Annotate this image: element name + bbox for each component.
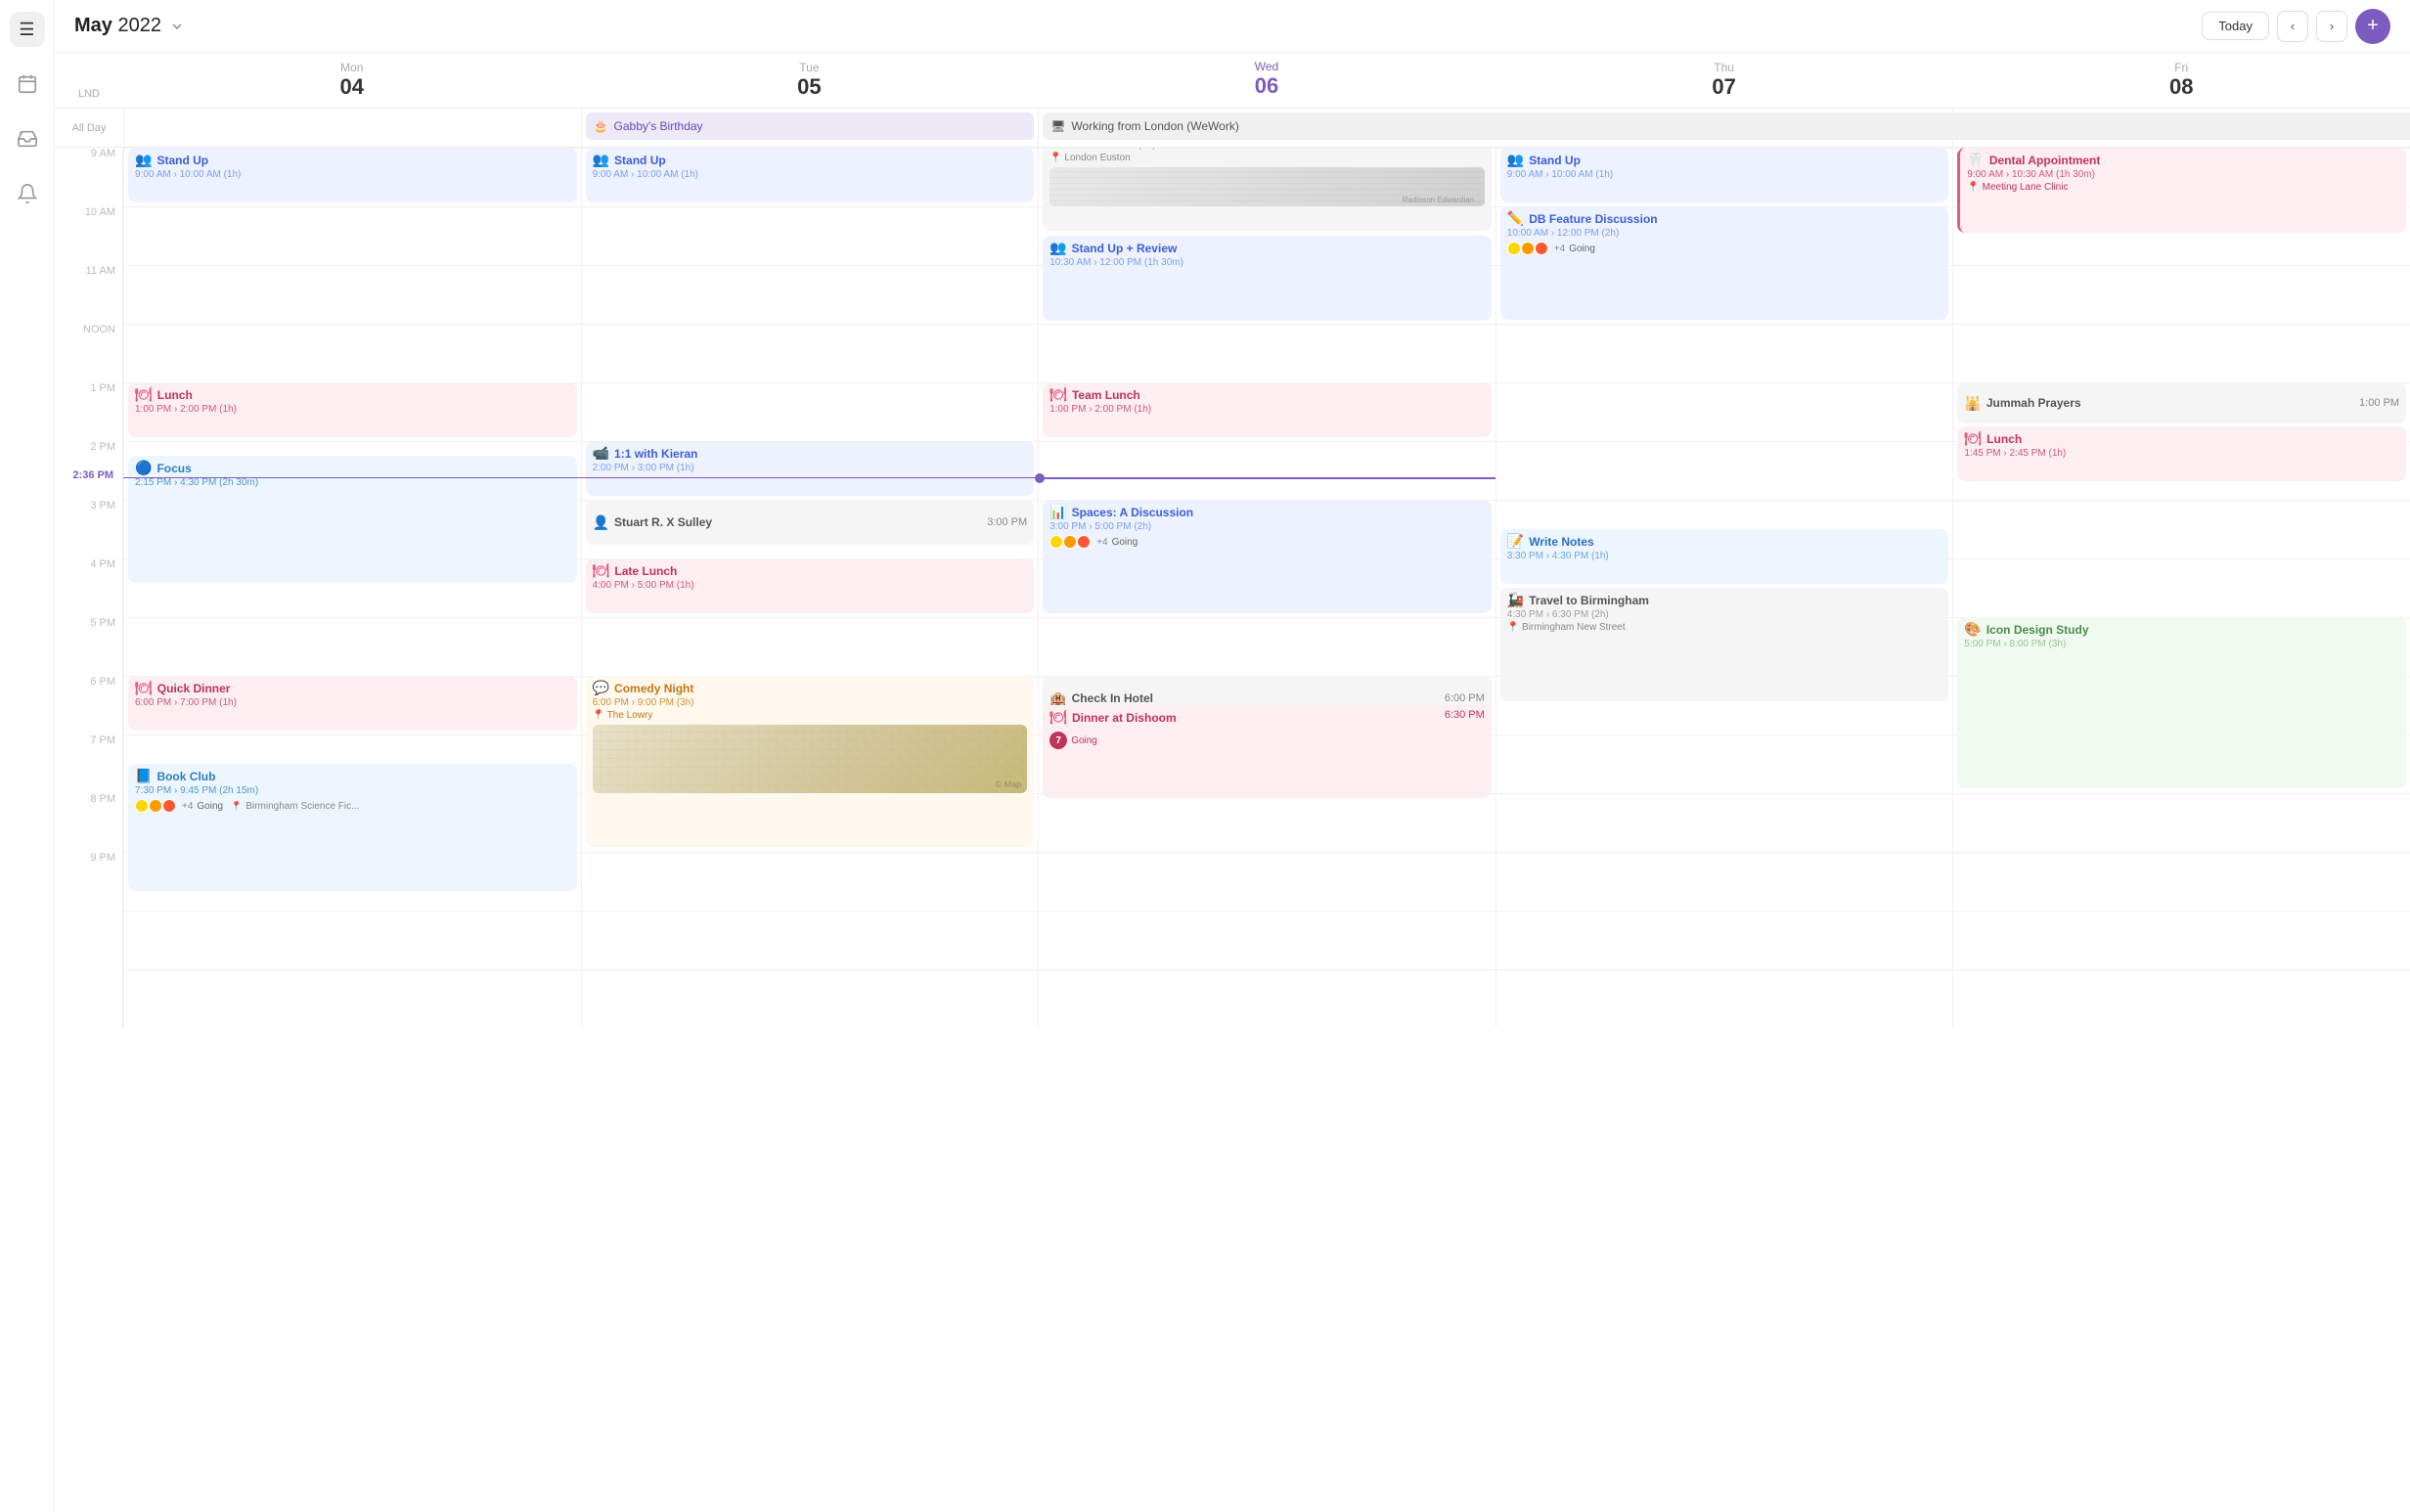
day-header-tue: Tue 05 bbox=[581, 53, 1039, 108]
menu-icon[interactable]: ☰ bbox=[10, 12, 45, 47]
day-headers: LND Mon 04 Tue 05 Wed 06 Thu 07 Fri 08 bbox=[55, 53, 2410, 109]
allday-label: All Day bbox=[55, 109, 123, 147]
day-header-mon: Mon 04 bbox=[123, 53, 581, 108]
event-focus-mon[interactable]: 🔵 Focus 2:15 PM › 4:30 PM (2h 30m) bbox=[128, 456, 577, 583]
allday-mon bbox=[123, 109, 581, 147]
event-jummah-fri[interactable]: 🕌 Jummah Prayers 1:00 PM bbox=[1957, 382, 2406, 423]
event-late-lunch-tue[interactable]: 🍽 Late Lunch 4:00 PM › 5:00 PM (1h) bbox=[586, 558, 1035, 613]
notification-icon[interactable] bbox=[10, 176, 45, 211]
month-label: May bbox=[74, 15, 112, 36]
event-title: Gabby's Birthday bbox=[614, 119, 703, 133]
calendar-icon[interactable] bbox=[10, 67, 45, 102]
time-grid: 9 AM 10 AM 11 AM NOON 1 PM 2 PM 3 PM 4 P… bbox=[55, 148, 2410, 1028]
event-book-club-mon[interactable]: 📘 Book Club 7:30 PM › 9:45 PM (2h 15m) +… bbox=[128, 764, 577, 891]
header-right: Today ‹ › + bbox=[2202, 9, 2390, 44]
event-title: Working from London (WeWork) bbox=[1071, 119, 1238, 133]
header: May 2022 Today ‹ › + bbox=[55, 0, 2410, 53]
event-spaces-discussion-wed[interactable]: 📊 Spaces: A Discussion 3:00 PM › 5:00 PM… bbox=[1043, 500, 1492, 613]
next-button[interactable]: › bbox=[2316, 11, 2347, 42]
allday-row: All Day 🎂 Gabby's Birthday 🖥 Working fro… bbox=[55, 109, 2410, 148]
day-col-thu: 👥 Stand Up 9:00 AM › 10:00 AM (1h) ✏️ DB… bbox=[1495, 148, 1953, 1028]
time-column: 9 AM 10 AM 11 AM NOON 1 PM 2 PM 3 PM 4 P… bbox=[55, 148, 123, 1028]
sidebar: ☰ bbox=[0, 0, 55, 1512]
event-db-feature-thu[interactable]: ✏️ DB Feature Discussion 10:00 AM › 12:0… bbox=[1500, 206, 1949, 320]
current-time-label: 2:36 PM bbox=[55, 469, 121, 481]
allday-tue[interactable]: 🎂 Gabby's Birthday bbox=[581, 109, 1039, 147]
event-icon-design-fri[interactable]: 🎨 Icon Design Study 5:00 PM › 8:00 PM (3… bbox=[1957, 617, 2406, 788]
event-stand-up-mon[interactable]: 👥 Stand Up 9:00 AM › 10:00 AM (1h) bbox=[128, 148, 577, 202]
prev-button[interactable]: ‹ bbox=[2277, 11, 2308, 42]
gabby-birthday-event[interactable]: 🎂 Gabby's Birthday bbox=[586, 112, 1035, 140]
day-col-wed: 🚂 Travel to London 8:30 AM › 10:30 AM (2… bbox=[1038, 148, 1495, 1028]
day-col-fri: 🦷 Dental Appointment 9:00 AM › 10:30 AM … bbox=[1952, 148, 2410, 1028]
header-left: May 2022 bbox=[74, 15, 185, 37]
lnd-header: LND bbox=[55, 53, 123, 108]
day-col-mon: 👥 Stand Up 9:00 AM › 10:00 AM (1h) 🍽 Lun… bbox=[123, 148, 581, 1028]
event-lunch-fri[interactable]: 🍽 Lunch 1:45 PM › 2:45 PM (1h) bbox=[1957, 426, 2406, 481]
event-dental-fri[interactable]: 🦷 Dental Appointment 9:00 AM › 10:30 AM … bbox=[1957, 148, 2406, 233]
event-stuart-tue[interactable]: 👤 Stuart R. X Sulley 3:00 PM bbox=[586, 500, 1035, 545]
event-quick-dinner-mon[interactable]: 🍽 Quick Dinner 6:00 PM › 7:00 PM (1h) bbox=[128, 676, 577, 731]
inbox-icon[interactable] bbox=[10, 121, 45, 156]
day-header-fri: Fri 08 bbox=[1952, 53, 2410, 108]
event-stand-up-thu[interactable]: 👥 Stand Up 9:00 AM › 10:00 AM (1h) bbox=[1500, 148, 1949, 202]
event-team-lunch-wed[interactable]: 🍽 Team Lunch 1:00 PM › 2:00 PM (1h) bbox=[1043, 382, 1492, 437]
calendar-view: LND Mon 04 Tue 05 Wed 06 Thu 07 Fri 08 bbox=[55, 53, 2410, 1512]
allday-wed[interactable]: 🖥 Working from London (WeWork) bbox=[1038, 109, 1952, 147]
event-dinner-dishoom-wed[interactable]: 🍽 Dinner at Dishoom 6:30 PM 7 Going bbox=[1043, 705, 1492, 798]
comedy-night-map: © Map bbox=[593, 725, 1028, 793]
add-event-button[interactable]: + bbox=[2355, 9, 2390, 44]
year-label: 2022 bbox=[117, 15, 161, 36]
event-travel-london-wed[interactable]: 🚂 Travel to London 8:30 AM › 10:30 AM (2… bbox=[1043, 148, 1492, 231]
event-stand-up-tue[interactable]: 👥 Stand Up 9:00 AM › 10:00 AM (1h) bbox=[586, 148, 1035, 202]
current-time-line-wed bbox=[1039, 477, 1495, 479]
time-grid-scroll[interactable]: 9 AM 10 AM 11 AM NOON 1 PM 2 PM 3 PM 4 P… bbox=[55, 148, 2410, 1512]
event-comedy-night-tue[interactable]: 💬 Comedy Night 6:00 PM › 9:00 PM (3h) 📍 … bbox=[586, 676, 1035, 847]
event-write-notes-thu[interactable]: 📝 Write Notes 3:30 PM › 4:30 PM (1h) bbox=[1500, 529, 1949, 584]
allday-fri bbox=[1952, 109, 2410, 147]
event-lunch-mon[interactable]: 🍽 Lunch 1:00 PM › 2:00 PM (1h) bbox=[128, 382, 577, 437]
dropdown-icon[interactable] bbox=[169, 19, 185, 34]
day-header-thu: Thu 07 bbox=[1495, 53, 1953, 108]
event-11-kieran-tue[interactable]: 📹 1:1 with Kieran 2:00 PM › 3:00 PM (1h) bbox=[586, 441, 1035, 496]
month-title: May 2022 bbox=[74, 15, 161, 37]
day-col-tue: 👥 Stand Up 9:00 AM › 10:00 AM (1h) 📹 1:1… bbox=[581, 148, 1039, 1028]
event-travel-birmingham-thu[interactable]: 🚂 Travel to Birmingham 4:30 PM › 6:30 PM… bbox=[1500, 588, 1949, 701]
main-area: May 2022 Today ‹ › + LND Mon 04 Tue 05 bbox=[55, 0, 2410, 1512]
event-standup-review-wed[interactable]: 👥 Stand Up + Review 10:30 AM › 12:00 PM … bbox=[1043, 236, 1492, 321]
today-button[interactable]: Today bbox=[2202, 12, 2269, 40]
day-header-wed: Wed 06 bbox=[1038, 53, 1495, 108]
